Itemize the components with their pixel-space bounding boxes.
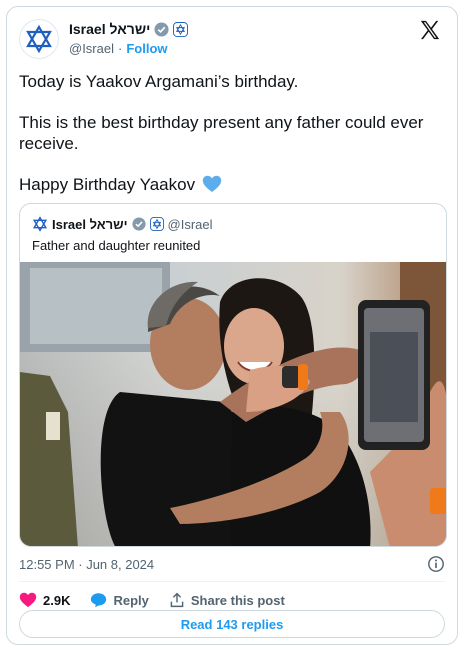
tweet-line-3: Happy Birthday Yaakov bbox=[19, 174, 439, 195]
blue-heart-icon bbox=[202, 175, 222, 192]
verified-gray-icon bbox=[131, 217, 146, 231]
quoted-tweet[interactable]: Israel ישראל @Israel Father and daughter… bbox=[19, 203, 447, 547]
quoted-text: Father and daughter reunited bbox=[32, 238, 201, 253]
handle[interactable]: @Israel bbox=[69, 41, 114, 56]
quoted-handle[interactable]: @Israel bbox=[168, 217, 213, 232]
tweet-card: Israel ישראל @Israel · Follow Today is Y… bbox=[6, 6, 458, 645]
flag-badge-icon bbox=[149, 217, 164, 231]
reunion-photo[interactable] bbox=[20, 262, 447, 547]
handle-line: @Israel · Follow bbox=[69, 41, 168, 56]
divider bbox=[19, 581, 445, 582]
star-of-david-icon bbox=[26, 24, 52, 54]
share-button[interactable]: Share this post bbox=[169, 592, 285, 608]
tweet-line-3-text: Happy Birthday Yaakov bbox=[19, 175, 196, 194]
info-icon[interactable] bbox=[427, 555, 445, 573]
reply-button[interactable]: Reply bbox=[90, 592, 149, 608]
flag-badge-icon bbox=[173, 21, 189, 37]
x-logo-icon[interactable] bbox=[419, 19, 441, 41]
tweet-body: Today is Yaakov Argamani’s birthday. Thi… bbox=[19, 71, 439, 215]
quoted-header: Israel ישראל @Israel bbox=[32, 216, 213, 232]
verified-gray-icon bbox=[154, 21, 169, 37]
separator: · bbox=[118, 41, 123, 56]
share-icon bbox=[170, 592, 184, 608]
display-name[interactable]: Israel ישראל bbox=[69, 21, 150, 37]
tweet-header: Israel ישראל @Israel · Follow bbox=[19, 19, 445, 63]
like-button[interactable]: 2.9K bbox=[19, 592, 70, 608]
tweet-line-1: Today is Yaakov Argamani’s birthday. bbox=[19, 72, 299, 91]
quoted-display-name[interactable]: Israel ישראל bbox=[52, 217, 128, 232]
action-bar: 2.9K Reply Share this post bbox=[19, 589, 305, 611]
follow-link[interactable]: Follow bbox=[126, 41, 167, 56]
reply-label: Reply bbox=[113, 592, 149, 608]
read-replies-button[interactable]: Read 143 replies bbox=[19, 610, 445, 638]
avatar[interactable] bbox=[19, 19, 59, 59]
tweet-line-2: This is the best birthday present any fa… bbox=[19, 113, 424, 153]
share-label: Share this post bbox=[190, 592, 285, 608]
like-count: 2.9K bbox=[43, 592, 71, 608]
heart-icon bbox=[19, 592, 37, 608]
star-of-david-icon bbox=[32, 216, 48, 232]
timestamp[interactable]: 12:55 PM · Jun 8, 2024 bbox=[19, 557, 154, 572]
reply-bubble-icon bbox=[91, 593, 107, 608]
name-line: Israel ישראל bbox=[69, 21, 189, 37]
